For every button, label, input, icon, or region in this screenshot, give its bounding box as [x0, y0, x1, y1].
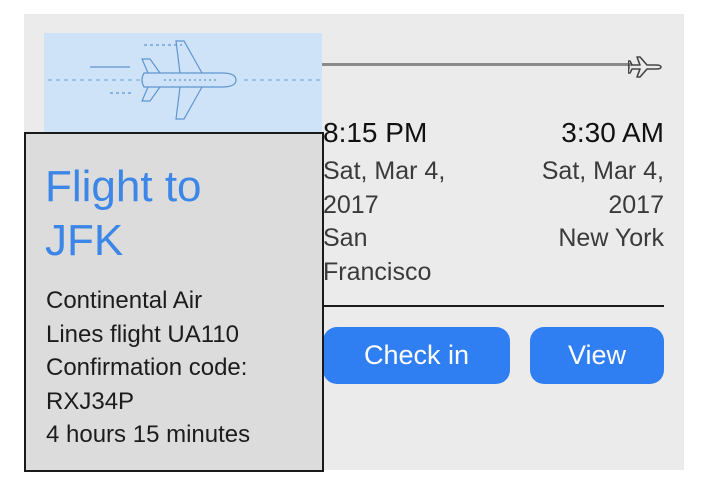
arrival-time: 3:30 AM [561, 117, 664, 148]
flight-details: Continental Air Lines flight UA110 Confi… [46, 284, 316, 452]
airplane-illustration-icon [48, 40, 322, 120]
departure-date-line2: 2017 [323, 190, 379, 219]
check-in-button[interactable]: Check in [323, 327, 510, 384]
departure-city-line1: San [323, 224, 368, 252]
flight-info-panel: Flight to JFK Continental Air Lines flig… [24, 132, 324, 472]
route-line [322, 63, 632, 66]
flight-title-line2: JFK [45, 216, 124, 265]
flight-duration: 4 hours 15 minutes [46, 421, 251, 448]
view-button[interactable]: View [530, 327, 664, 384]
departure-city-line2: Francisco [323, 257, 432, 286]
airline-line2: Lines flight UA110 [46, 320, 240, 348]
confirmation-code: RXJ34P [46, 387, 135, 415]
flight-title: Flight to JFK [45, 160, 285, 268]
departure-time: 8:15 PM [323, 117, 428, 148]
airplane-outline-icon [627, 48, 664, 82]
arrival-details: Sat, Mar 4, 2017 New York [504, 155, 664, 256]
flight-title-line1: Flight to [45, 162, 202, 211]
arrival-date-line1: Sat, Mar 4, [541, 157, 664, 185]
confirmation-label: Confirmation code: [46, 354, 248, 381]
departure-details: Sat, Mar 4, 2017 San Francisco [323, 155, 483, 289]
arrival-date-line2: 2017 [608, 190, 664, 219]
departure-date-line1: Sat, Mar 4, [323, 157, 446, 185]
airline-line1: Continental Air [46, 287, 203, 314]
plane-banner [44, 33, 322, 133]
divider [323, 305, 664, 307]
arrival-city: New York [558, 224, 664, 252]
